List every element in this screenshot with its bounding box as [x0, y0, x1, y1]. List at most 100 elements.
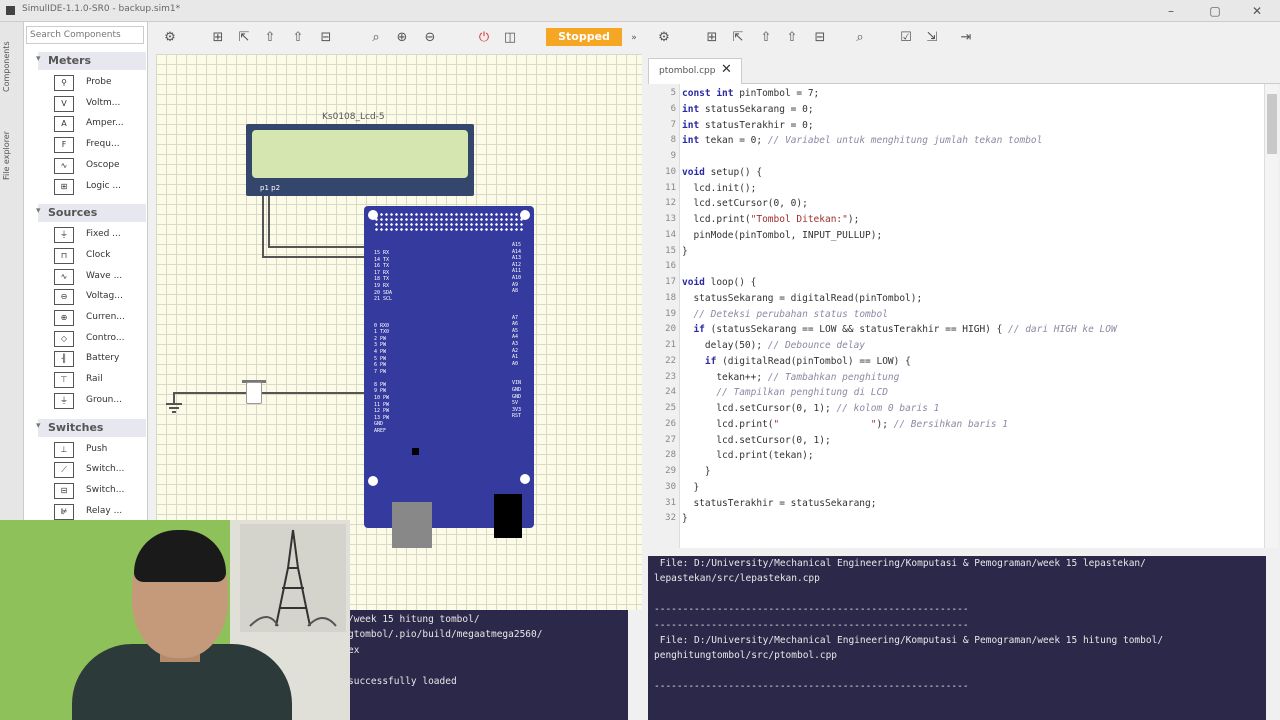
- code-line[interactable]: void setup() {: [682, 167, 762, 178]
- find-icon[interactable]: ⌕: [850, 28, 870, 48]
- save-as-icon[interactable]: ⇧: [288, 28, 308, 48]
- window-title: SimulIDE-1.1.0-SR0 - backup.sim1*: [22, 4, 181, 14]
- component-item[interactable]: ⊯ Relay ...: [54, 503, 146, 520]
- category-switches[interactable]: Switches: [36, 418, 146, 437]
- close-icon[interactable]: ✕: [721, 62, 732, 77]
- code-line[interactable]: int statusTerakhir = 0;: [682, 120, 814, 131]
- code-line[interactable]: lcd.setCursor(0, 0);: [682, 198, 807, 209]
- tab-ptombol-cpp[interactable]: ptombol.cpp ✕: [648, 58, 742, 84]
- scrollbar-thumb[interactable]: [1267, 94, 1277, 154]
- category-meters[interactable]: Meters: [36, 52, 146, 70]
- component-item[interactable]: ⚲ Probe: [54, 74, 146, 92]
- component-item[interactable]: ⏚ Groun...: [54, 392, 146, 410]
- compile-icon[interactable]: ☑: [896, 28, 916, 48]
- new-file-icon[interactable]: ⊞: [702, 28, 722, 48]
- component-item[interactable]: ◇ Contro...: [54, 330, 146, 348]
- close-button[interactable]: ✕: [1242, 2, 1272, 20]
- voltmeter-icon: V: [54, 95, 74, 112]
- category-sources[interactable]: Sources: [36, 204, 146, 223]
- search-components-input[interactable]: [26, 26, 144, 44]
- code-line[interactable]: statusTerakhir = statusSekarang;: [682, 498, 876, 509]
- component-item[interactable]: F Frequ...: [54, 136, 146, 154]
- serial-output-console[interactable]: /week 15 hitung tombol/gtombol/.pio/buil…: [342, 610, 628, 720]
- zoom-out-icon[interactable]: ⊖: [420, 28, 440, 48]
- code-line[interactable]: const int pinTombol = 7;: [682, 88, 819, 99]
- minimize-button[interactable]: –: [1156, 2, 1186, 20]
- wire[interactable]: [268, 246, 366, 248]
- lcd-display[interactable]: p1 p2: [246, 124, 474, 196]
- editor-settings-icon[interactable]: ⚙: [654, 28, 674, 48]
- code-line[interactable]: void loop() {: [682, 277, 756, 288]
- compiler-output-console[interactable]: File: D:/University/Mechanical Engineeri…: [648, 556, 1266, 720]
- code-line[interactable]: if (statusSekarang == LOW && statusTerak…: [682, 324, 1116, 335]
- component-item[interactable]: A Amper...: [54, 115, 146, 133]
- save-file-as-icon[interactable]: ⇧: [782, 28, 802, 48]
- new-circuit-icon[interactable]: ⊞: [208, 28, 228, 48]
- code-line[interactable]: // Deteksi perubahan status tombol: [682, 309, 887, 320]
- code-line[interactable]: }: [682, 466, 711, 477]
- arduino-mega-board[interactable]: 15 RX 14 TX 16 TX 17 RX 18 TX 19 RX 20 SDA 21 S…: [364, 206, 534, 548]
- code-line[interactable]: }: [682, 246, 688, 257]
- tab-file-explorer[interactable]: File explorer: [2, 118, 22, 194]
- code-line[interactable]: }: [682, 482, 699, 493]
- zoom-fit-icon[interactable]: ⌕: [366, 28, 386, 48]
- code-line[interactable]: // Tampilkan penghitung di LCD: [682, 387, 888, 398]
- console-left-scrollbar[interactable]: [628, 610, 642, 720]
- component-item[interactable]: ⊟ Switch...: [54, 482, 146, 500]
- code-line[interactable]: if (digitalRead(pinTombol) == LOW) {: [682, 356, 911, 367]
- wire[interactable]: [262, 256, 366, 258]
- code-line[interactable]: statusSekarang = digitalRead(pinTombol);: [682, 293, 922, 304]
- component-item[interactable]: ∿ Oscope: [54, 157, 146, 175]
- code-line[interactable]: int tekan = 0; // Variabel untuk menghit…: [682, 135, 1042, 146]
- component-item[interactable]: ⊞ Logic ...: [54, 178, 146, 196]
- console-scrollbar[interactable]: [1266, 556, 1280, 720]
- open-file-icon[interactable]: ⇱: [728, 28, 748, 48]
- code-line[interactable]: delay(50); // Debounce delay: [682, 340, 865, 351]
- export-icon[interactable]: ⊟: [316, 28, 336, 48]
- component-item[interactable]: ⊕ Curren...: [54, 309, 146, 327]
- save-circuit-icon[interactable]: ⇧: [260, 28, 280, 48]
- component-item[interactable]: ⊤ Rail: [54, 371, 146, 389]
- code-editor[interactable]: 5 6 7 8 9 10 11 12 13 14 15 16 17 18 19 20 21 22 23 24 25 26 2…: [648, 84, 1264, 548]
- code-line[interactable]: pinMode(pinTombol, INPUT_PULLUP);: [682, 230, 882, 241]
- code-line[interactable]: lcd.init();: [682, 183, 756, 194]
- component-item[interactable]: ⊓ Clock: [54, 247, 146, 265]
- pause-icon[interactable]: ◫: [500, 28, 520, 48]
- close-file-icon[interactable]: ⊟: [810, 28, 830, 48]
- code-line[interactable]: lcd.print("Tombol Ditekan:");: [682, 214, 859, 225]
- code-line[interactable]: lcd.setCursor(0, 1);: [682, 435, 830, 446]
- open-circuit-icon[interactable]: ⇱: [234, 28, 254, 48]
- maximize-button[interactable]: ▢: [1200, 2, 1230, 20]
- run-state-button[interactable]: Stopped: [546, 28, 622, 46]
- component-item[interactable]: ⊥ Push: [54, 441, 146, 459]
- code-line[interactable]: lcd.setCursor(0, 1); // kolom 0 baris 1: [682, 403, 939, 414]
- code-line[interactable]: tekan++; // Tambahkan penghitung: [682, 372, 899, 383]
- wire[interactable]: [262, 196, 264, 258]
- component-item[interactable]: V Voltm...: [54, 95, 146, 113]
- code-line[interactable]: int statusSekarang = 0;: [682, 104, 814, 115]
- settings-icon[interactable]: ⚙: [160, 28, 180, 48]
- component-item[interactable]: ⏚ Fixed ...: [54, 226, 146, 244]
- zoom-in-icon[interactable]: ⊕: [392, 28, 412, 48]
- push-button[interactable]: [246, 382, 262, 404]
- save-file-icon[interactable]: ⇧: [756, 28, 776, 48]
- wire[interactable]: [174, 392, 366, 394]
- component-item[interactable]: ⟋ Switch...: [54, 461, 146, 479]
- code-line[interactable]: lcd.print(tekan);: [682, 450, 813, 461]
- clock-icon: ⊓: [54, 247, 74, 264]
- component-label: Battery: [86, 353, 120, 364]
- code-line[interactable]: }: [682, 513, 688, 524]
- code-line[interactable]: lcd.print(" "); // Bersihkan baris 1: [682, 419, 1008, 430]
- upload-icon[interactable]: ⇲: [922, 28, 942, 48]
- component-item[interactable]: ∿ Wave ...: [54, 268, 146, 286]
- component-label: Groun...: [86, 394, 122, 405]
- component-item[interactable]: ╢ Battery: [54, 350, 146, 368]
- code-scrollbar[interactable]: [1264, 84, 1278, 548]
- wire[interactable]: [268, 196, 270, 246]
- component-item[interactable]: ⊖ Voltag...: [54, 288, 146, 306]
- more-icon[interactable]: »: [624, 28, 644, 48]
- power-icon[interactable]: ⏻: [474, 28, 494, 48]
- tab-components[interactable]: Components: [2, 32, 22, 102]
- component-label: Oscope: [86, 159, 120, 170]
- debug-icon[interactable]: ⇥: [956, 28, 976, 48]
